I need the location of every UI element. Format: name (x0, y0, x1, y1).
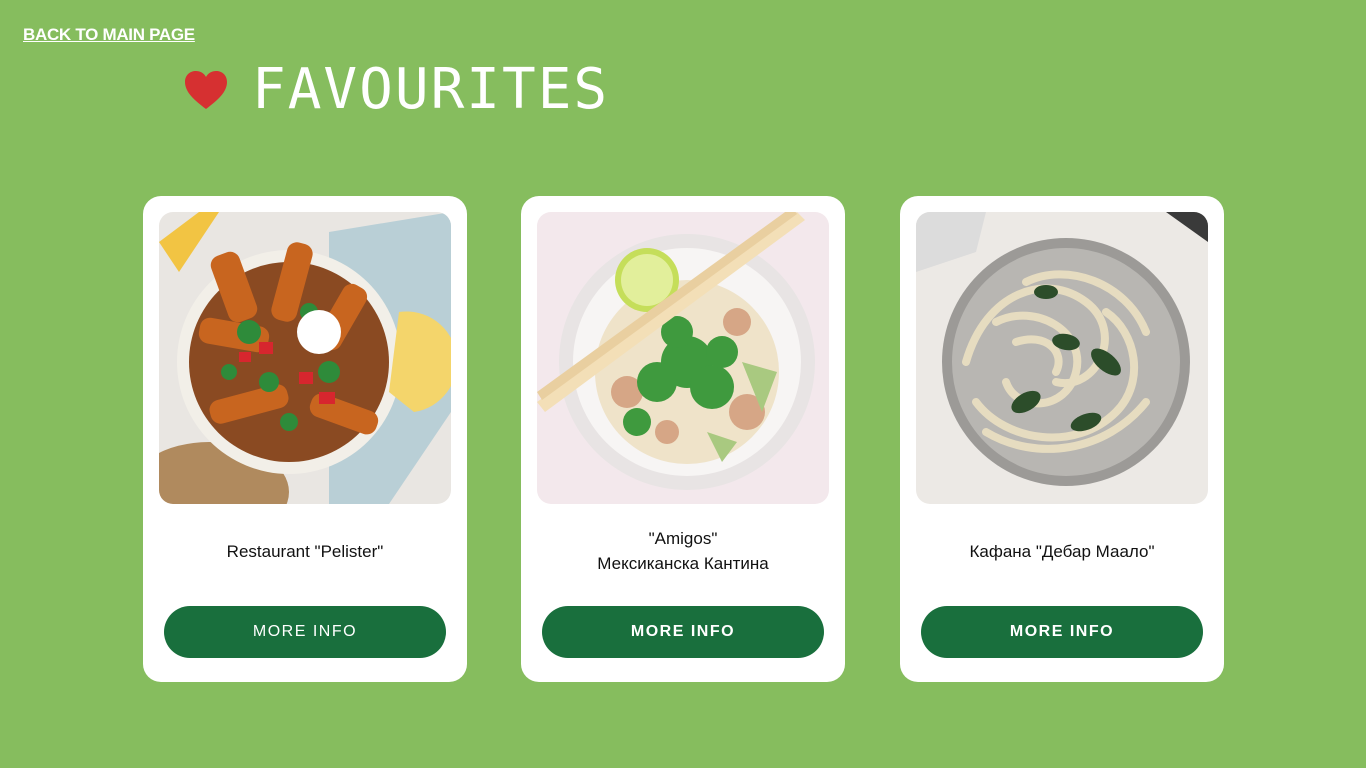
restaurant-card: Restaurant "Pelister" MORE INFO (143, 196, 467, 682)
pasta-bowl-image (916, 212, 1208, 504)
page-header: FAVOURITES (184, 62, 609, 118)
heart-icon (185, 71, 227, 109)
more-info-button[interactable]: MORE INFO (164, 606, 446, 658)
more-info-button[interactable]: MORE INFO (542, 606, 824, 658)
restaurant-name-line-1: Restaurant "Pelister" (226, 541, 384, 561)
restaurant-name: "Amigos" Мексиканска Кантина (521, 526, 845, 576)
restaurant-card: "Amigos" Мексиканска Кантина MORE INFO (521, 196, 845, 682)
restaurant-name: Кафана "Дебар Маало" (900, 526, 1224, 576)
restaurant-card: Кафана "Дебар Маало" MORE INFO (900, 196, 1224, 682)
restaurant-name-line-1: Кафана "Дебар Маало" (969, 541, 1155, 561)
more-info-button[interactable]: MORE INFO (921, 606, 1203, 658)
back-to-main-link[interactable]: BACK TO MAIN PAGE (23, 25, 195, 45)
page-title: FAVOURITES (252, 57, 610, 122)
restaurant-name: Restaurant "Pelister" (143, 526, 467, 576)
rice-bowl-image (537, 212, 829, 504)
favourites-page: BACK TO MAIN PAGE FAVOURITES Restaurant … (0, 0, 1366, 768)
fries-bowl-image (159, 212, 451, 504)
restaurant-name-line-1: "Amigos" (648, 529, 718, 548)
restaurant-name-line-2: Мексиканска Кантина (597, 554, 769, 573)
